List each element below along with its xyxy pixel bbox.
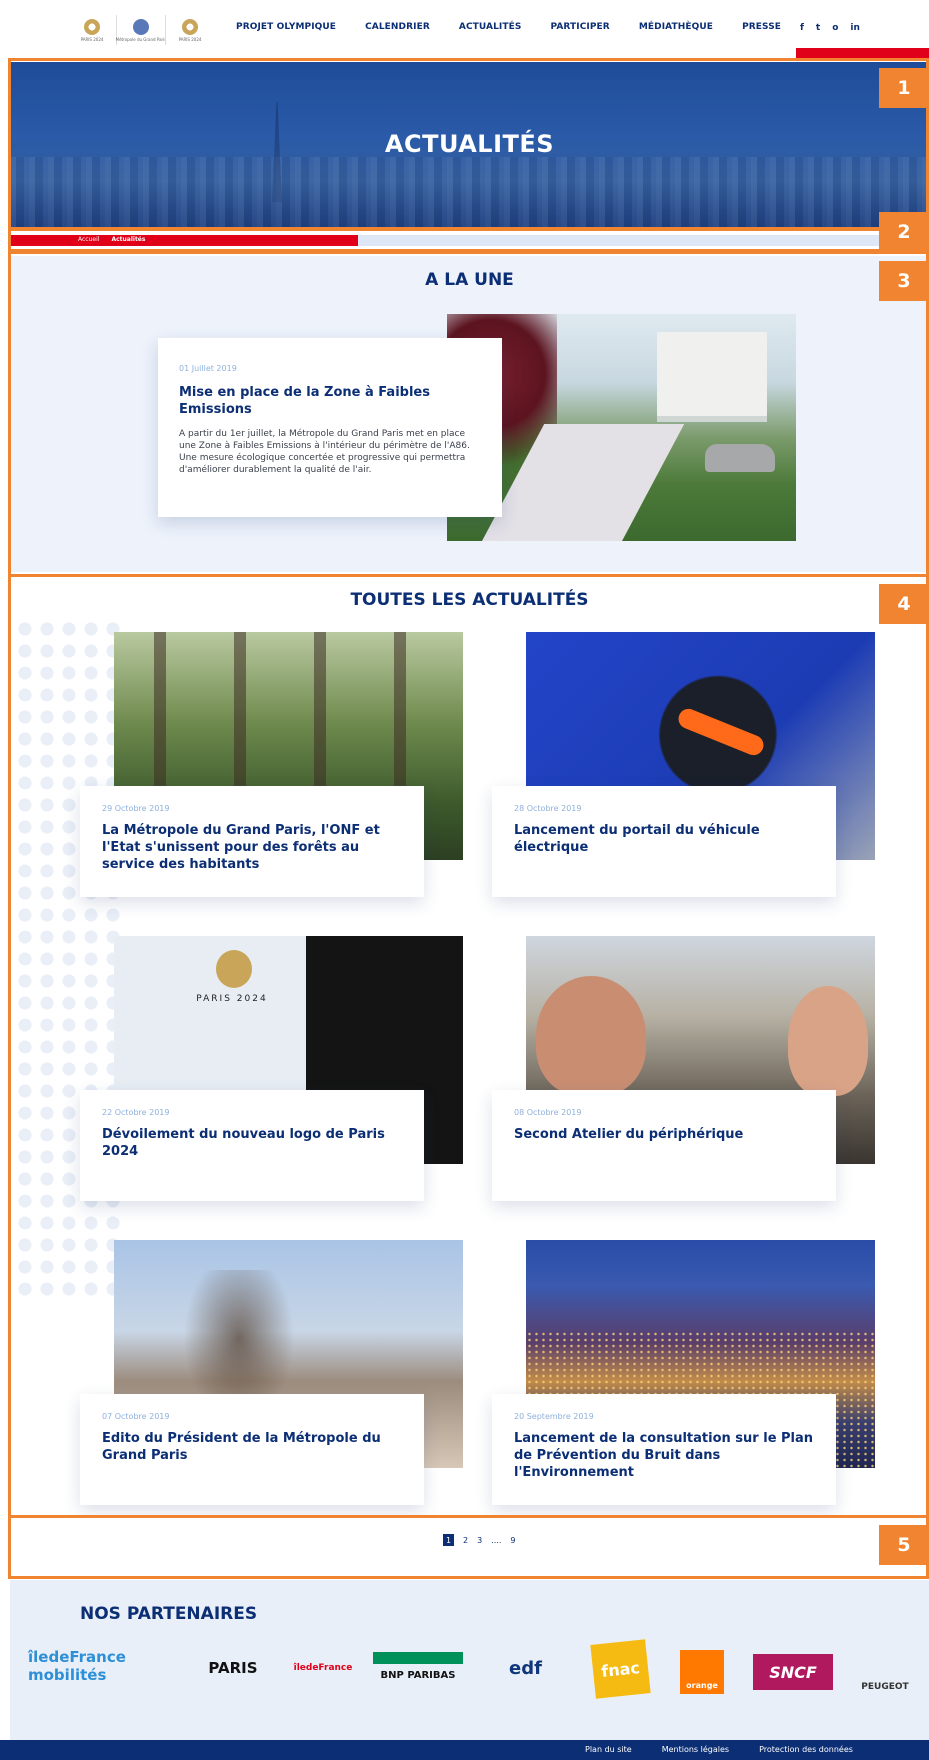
news-headline[interactable]: Edito du Président de la Métropole du Gr… xyxy=(102,1431,402,1465)
page: PARIS 2024 Métropole du Grand Paris PARI… xyxy=(0,0,929,1760)
breadcrumb-current: Actualités xyxy=(111,236,146,243)
partner-bnp-logo[interactable]: BNP PARIBAS xyxy=(373,1652,463,1686)
hero-cityscape xyxy=(10,157,929,228)
news-card[interactable]: 28 Octobre 2019 Lancement du portail du … xyxy=(492,632,875,897)
site-header: PARIS 2024 Métropole du Grand Paris PARI… xyxy=(0,0,929,58)
news-date: 29 Octobre 2019 xyxy=(102,804,170,813)
facebook-icon[interactable]: f xyxy=(800,23,804,33)
nav-calendrier[interactable]: CALENDRIER xyxy=(365,22,430,32)
news-card[interactable]: 08 Octobre 2019 Second Atelier du périph… xyxy=(492,936,875,1201)
annotation-tag-2: 2 xyxy=(879,212,929,252)
header-logos: PARIS 2024 Métropole du Grand Paris PARI… xyxy=(78,14,204,46)
news-headline[interactable]: Dévoilement du nouveau logo de Paris 202… xyxy=(102,1127,402,1161)
featured-title: A LA UNE xyxy=(425,270,514,290)
nav-participer[interactable]: PARTICIPER xyxy=(550,22,609,32)
pagination-ellipsis: .... xyxy=(491,1535,502,1545)
pagination-section: 1 2 3 .... 9 xyxy=(10,1518,929,1574)
partner-sncf-logo[interactable]: SNCF xyxy=(753,1654,833,1690)
news-headline[interactable]: Second Atelier du périphérique xyxy=(514,1127,814,1144)
nav-projet-olympique[interactable]: PROJET OLYMPIQUE xyxy=(236,22,336,32)
twitter-icon[interactable]: t xyxy=(816,23,820,33)
paris-2024-paralympic-logo[interactable]: PARIS 2024 xyxy=(176,14,204,46)
partner-logos: îledeFrance mobilités PARIS îledeFrance … xyxy=(18,1639,928,1702)
nav-actualites[interactable]: ACTUALITÉS xyxy=(459,22,522,32)
news-date: 22 Octobre 2019 xyxy=(102,1108,170,1117)
page-9-button[interactable]: 9 xyxy=(510,1536,515,1545)
news-card[interactable]: 07 Octobre 2019 Edito du Président de la… xyxy=(80,1240,463,1505)
annotation-tag-3: 3 xyxy=(879,261,929,301)
page-2-button[interactable]: 2 xyxy=(463,1536,468,1545)
featured-excerpt: A partir du 1er juillet, la Métropole du… xyxy=(179,428,470,476)
news-card[interactable]: PARIS 2024 22 Octobre 2019 Dévoilement d… xyxy=(80,936,463,1201)
paris-2024-logo[interactable]: PARIS 2024 xyxy=(78,14,106,46)
news-date: 20 Septembre 2019 xyxy=(514,1412,594,1421)
hero-banner: ACTUALITÉS xyxy=(10,62,929,228)
paris-2024-emblem xyxy=(216,950,252,988)
site-footer: Plan du site Mentions légales Protection… xyxy=(0,1740,929,1760)
news-card[interactable]: 20 Septembre 2019 Lancement de la consul… xyxy=(492,1240,875,1505)
annotation-tag-4: 4 xyxy=(879,584,929,624)
featured-headline[interactable]: Mise en place de la Zone à Faibles Emiss… xyxy=(179,385,481,419)
partner-fnac-logo[interactable]: fnac xyxy=(590,1639,651,1699)
partner-edf-logo[interactable]: edf xyxy=(483,1648,568,1688)
page-3-button[interactable]: 3 xyxy=(477,1536,482,1545)
metropole-logo[interactable]: Métropole du Grand Paris xyxy=(116,14,166,46)
logo-divider xyxy=(165,15,166,45)
partner-idf-mobilites-logo[interactable]: îledeFrance mobilités xyxy=(28,1646,178,1686)
instagram-icon[interactable]: o xyxy=(832,23,838,33)
footer-legal-link[interactable]: Mentions légales xyxy=(662,1745,729,1754)
breadcrumb: Accueil Actualités xyxy=(10,232,929,246)
news-headline[interactable]: Lancement du portail du véhicule électri… xyxy=(514,823,814,857)
social-links: f t o in xyxy=(800,23,860,33)
featured-card[interactable]: 01 Juillet 2019 Mise en place de la Zone… xyxy=(158,338,502,517)
pagination: 1 2 3 .... 9 xyxy=(443,1534,515,1546)
partner-peugeot-logo[interactable]: PEUGEOT xyxy=(850,1648,920,1692)
nav-mediatheque[interactable]: MÉDIATHÈQUE xyxy=(639,22,713,32)
paris-2024-wordmark: PARIS 2024 xyxy=(196,994,268,1004)
partner-paris-logo[interactable]: PARIS xyxy=(198,1648,268,1688)
linkedin-icon[interactable]: in xyxy=(850,23,860,33)
nav-presse[interactable]: PRESSE xyxy=(742,22,781,32)
news-headline[interactable]: Lancement de la consultation sur le Plan… xyxy=(514,1431,814,1482)
footer-sitemap-link[interactable]: Plan du site xyxy=(585,1745,632,1754)
news-headline[interactable]: La Métropole du Grand Paris, l'ONF et l'… xyxy=(102,823,402,874)
news-date: 07 Octobre 2019 xyxy=(102,1412,170,1421)
annotation-tag-1: 1 xyxy=(879,68,929,108)
news-date: 08 Octobre 2019 xyxy=(514,1108,582,1117)
partner-idf-logo[interactable]: îledeFrance xyxy=(288,1648,358,1688)
partner-orange-logo[interactable]: orange xyxy=(680,1650,724,1694)
featured-date: 01 Juillet 2019 xyxy=(179,364,237,373)
news-title: TOUTES LES ACTUALITÉS xyxy=(350,590,589,610)
news-card[interactable]: 29 Octobre 2019 La Métropole du Grand Pa… xyxy=(80,632,463,897)
breadcrumb-home[interactable]: Accueil xyxy=(78,236,99,243)
footer-privacy-link[interactable]: Protection des données xyxy=(759,1745,853,1754)
news-date: 28 Octobre 2019 xyxy=(514,804,582,813)
page-title: ACTUALITÉS xyxy=(384,130,555,158)
partners-title: NOS PARTENAIRES xyxy=(80,1604,258,1624)
main-nav: PROJET OLYMPIQUE CALENDRIER ACTUALITÉS P… xyxy=(236,22,781,32)
page-1-button[interactable]: 1 xyxy=(443,1534,454,1546)
header-accent-bar xyxy=(796,48,929,58)
annotation-tag-5: 5 xyxy=(879,1525,929,1565)
